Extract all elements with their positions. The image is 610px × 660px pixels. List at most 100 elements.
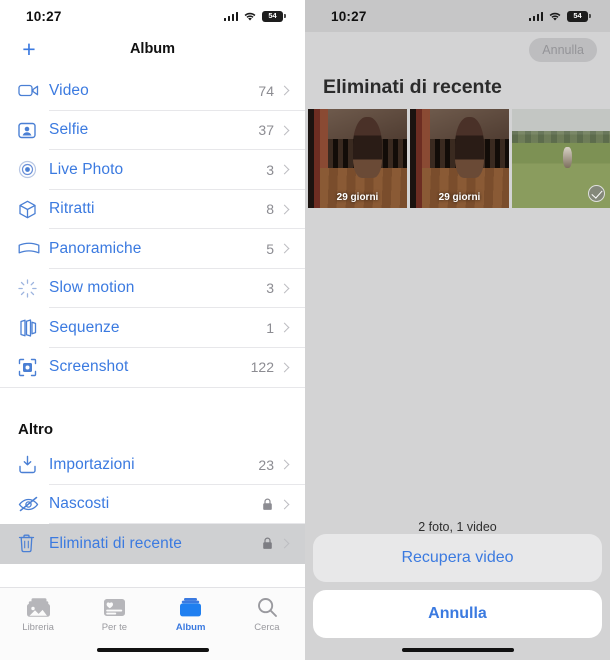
chevron-right-icon	[279, 85, 290, 96]
album-count: 122	[250, 359, 274, 376]
album-label: Video	[49, 81, 89, 99]
battery-icon: 54	[567, 10, 591, 22]
recover-video-button[interactable]: Recupera video	[313, 534, 602, 582]
screen-title: Eliminati di recente	[323, 76, 502, 98]
photo-thumbnail-2[interactable]: 29 giorni	[410, 109, 509, 208]
album-label: Nascosti	[49, 495, 110, 513]
cube-icon	[18, 200, 49, 219]
lock-icon	[262, 537, 273, 550]
album-label: Panoramiche	[49, 239, 142, 257]
status-bar-right: 10:27 54	[305, 0, 610, 32]
album-label: Importazioni	[49, 455, 135, 473]
tab-label: Per te	[101, 622, 128, 633]
album-label: Slow motion	[49, 279, 135, 297]
album-row-panoramiche[interactable]: Panoramiche 5	[0, 229, 305, 269]
days-remaining-label: 29 giorni	[438, 192, 481, 203]
navigation-bar: + Album	[0, 32, 305, 66]
chevron-right-icon	[279, 283, 290, 294]
battery-icon: 54	[262, 10, 286, 22]
action-sheet-cancel-button[interactable]: Annulla	[313, 590, 602, 638]
album-row-slow-motion[interactable]: Slow motion 3	[0, 269, 305, 308]
album-label: Live Photo	[49, 160, 124, 178]
tab-label: Cerca	[254, 622, 280, 633]
tab-cerca[interactable]: Cerca	[229, 597, 305, 633]
section-gap	[0, 387, 305, 421]
panorama-icon	[18, 242, 49, 256]
album-row-eliminati-di-recente[interactable]: Eliminati di recente	[0, 524, 305, 564]
album-label: Eliminati di recente	[49, 534, 182, 552]
left-phone-pane: 10:27 54 + Album Video 74 Selfie 37 Live…	[0, 0, 305, 660]
eye-slash-icon	[18, 496, 49, 512]
album-count: 3	[266, 280, 274, 297]
status-bar-time: 10:27	[26, 8, 62, 24]
tab-libreria[interactable]: Libreria	[0, 597, 76, 633]
album-row-ritratti[interactable]: Ritratti 8	[0, 190, 305, 229]
tab-bar: Libreria Per te Album Cerca	[0, 587, 305, 660]
album-label: Sequenze	[49, 318, 120, 336]
photo-grid: 29 giorni 29 giorni	[305, 109, 610, 208]
import-tray-icon	[18, 455, 49, 474]
album-row-video[interactable]: Video 74	[0, 71, 305, 111]
album-label: Ritratti	[49, 200, 95, 218]
tab-label: Album	[175, 622, 206, 633]
live-photo-icon	[18, 160, 49, 179]
status-bar-time: 10:27	[331, 8, 367, 24]
photo-stack-icon	[26, 598, 50, 617]
chevron-right-icon	[279, 164, 290, 175]
chevron-right-icon	[279, 322, 290, 333]
tab-album[interactable]: Album	[153, 597, 229, 633]
selection-count-label: 2 foto, 1 video	[418, 520, 497, 534]
tab-per-te[interactable]: Per te	[76, 597, 152, 633]
chevron-right-icon	[279, 538, 290, 549]
days-remaining-label: 29 giorni	[336, 192, 379, 203]
page-title: Album	[129, 41, 176, 57]
album-count: 3	[266, 161, 274, 178]
status-bar-left: 10:27 54	[0, 0, 305, 32]
battery-level: 54	[573, 11, 582, 21]
selection-navigation-bar: Annulla	[305, 32, 610, 68]
album-row-nascosti[interactable]: Nascosti	[0, 485, 305, 524]
chevron-right-icon	[279, 243, 290, 254]
albums-box-icon	[180, 598, 202, 617]
video-camera-icon	[18, 83, 49, 98]
album-row-selfie[interactable]: Selfie 37	[0, 111, 305, 150]
album-count: 8	[266, 201, 274, 218]
album-row-screenshot[interactable]: Screenshot 122	[0, 348, 305, 388]
right-phone-pane: 10:27 54 Annulla Eliminati di recente 29…	[305, 0, 610, 660]
album-count: 23	[258, 456, 274, 473]
burst-stack-icon	[18, 319, 49, 337]
trash-icon	[18, 534, 49, 553]
album-label: Selfie	[49, 121, 89, 139]
album-row-sequenze[interactable]: Sequenze 1	[0, 308, 305, 348]
home-indicator	[401, 647, 514, 652]
for-you-card-icon	[103, 599, 125, 616]
chevron-right-icon	[279, 204, 290, 215]
dual-phone-screenshot: 10:27 54 + Album Video 74 Selfie 37 Live…	[0, 0, 610, 660]
section-header-altro: Altro	[18, 421, 53, 438]
search-icon	[257, 598, 277, 617]
status-bar-indicators: 54	[223, 10, 286, 22]
photo-thumbnail-1[interactable]: 29 giorni	[308, 109, 407, 208]
album-row-live-photo[interactable]: Live Photo 3	[0, 150, 305, 190]
cancel-selection-button[interactable]: Annulla	[529, 38, 597, 62]
album-label: Screenshot	[49, 358, 129, 376]
cellular-signal-icon	[223, 11, 238, 21]
tab-label: Libreria	[22, 622, 54, 633]
album-count: 1	[266, 319, 274, 336]
screenshot-icon	[18, 358, 49, 377]
photo-thumbnail-3[interactable]	[512, 109, 610, 208]
album-count: 74	[258, 82, 274, 99]
chevron-right-icon	[279, 459, 290, 470]
lock-icon	[262, 498, 273, 511]
album-count: 37	[258, 122, 274, 139]
section-divider	[0, 387, 305, 388]
album-list: Video 74 Selfie 37 Live Photo 3 Ritratti…	[0, 66, 305, 564]
wifi-icon	[243, 11, 257, 22]
selected-checkmark-icon	[588, 185, 605, 202]
chevron-right-icon	[279, 499, 290, 510]
action-sheet: Recupera video Annulla	[313, 534, 602, 638]
home-indicator	[96, 647, 209, 652]
album-row-importazioni[interactable]: Importazioni 23	[0, 445, 305, 485]
chevron-right-icon	[279, 125, 290, 136]
cellular-signal-icon	[528, 11, 543, 21]
